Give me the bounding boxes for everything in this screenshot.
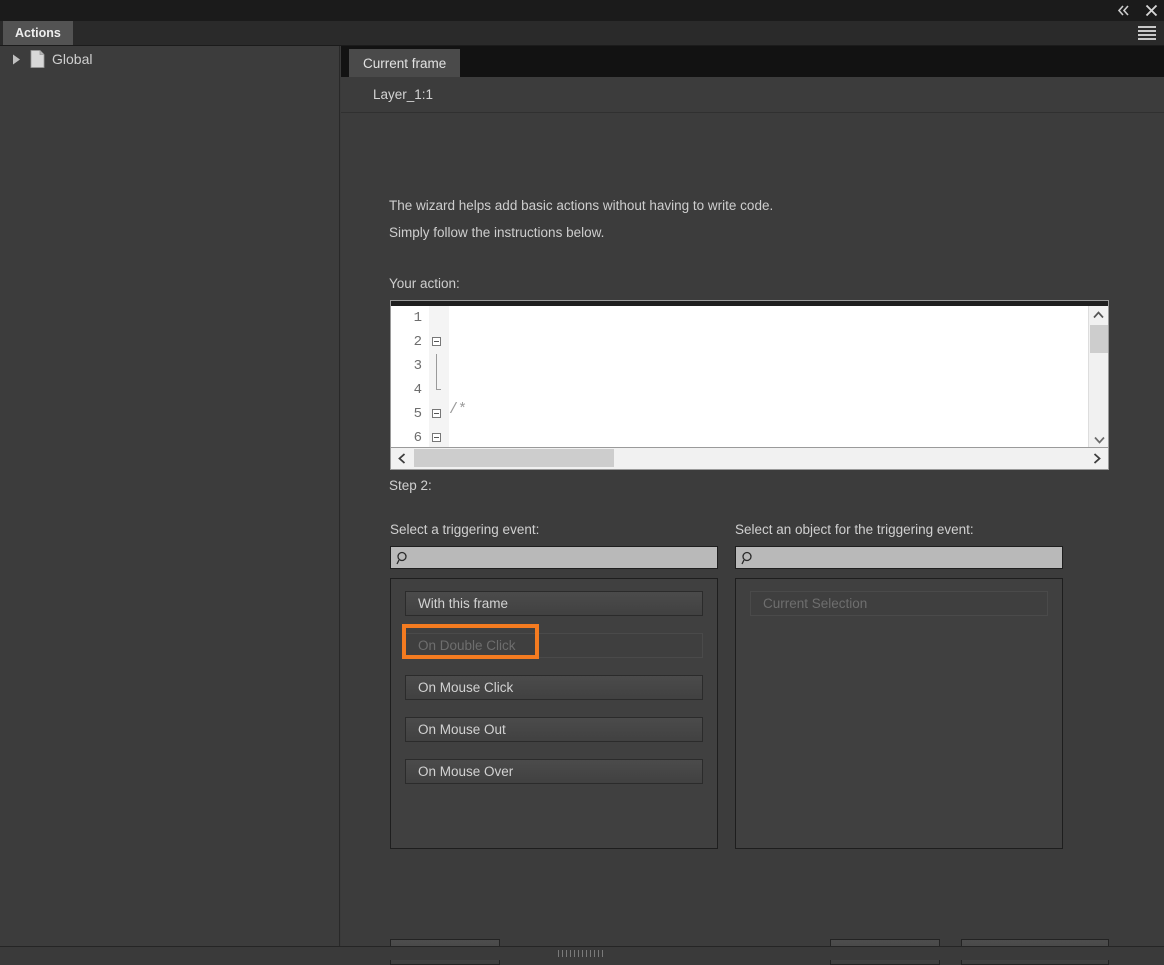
window-titlebar: [0, 0, 1164, 22]
object-column: Select an object for the triggering even…: [735, 522, 1063, 849]
event-option-label: On Mouse Over: [418, 764, 514, 779]
scrollbar-thumb-horizontal[interactable]: [414, 449, 614, 467]
chevron-right-icon[interactable]: [1086, 448, 1108, 468]
event-option-on-double-click[interactable]: On Double Click: [405, 633, 703, 658]
line-number: 5: [413, 406, 422, 422]
tab-current-frame[interactable]: Current frame: [349, 49, 461, 77]
chevron-down-icon[interactable]: [1089, 431, 1108, 447]
fold-row: [429, 378, 449, 402]
scrollbar-thumb-vertical[interactable]: [1090, 325, 1108, 353]
code-editor[interactable]: 1 2 3 4 5 6 /* Double click on the speci…: [390, 300, 1109, 448]
search-icon: [396, 551, 407, 564]
object-search-field[interactable]: [735, 546, 1063, 569]
wizard-intro: The wizard helps add basic actions witho…: [389, 192, 773, 246]
line-number: 2: [413, 334, 422, 350]
sidebar-item-label: Global: [52, 51, 93, 67]
object-list[interactable]: Current Selection: [735, 578, 1063, 849]
event-option-on-mouse-click[interactable]: On Mouse Click: [405, 675, 703, 700]
event-option-label: On Double Click: [418, 638, 516, 653]
fold-toggle[interactable]: [429, 330, 449, 354]
code-line: /*: [449, 398, 1108, 422]
tab-current-frame-label: Current frame: [363, 55, 447, 71]
code-vertical-scrollbar[interactable]: [1088, 306, 1108, 447]
object-option-label: Current Selection: [763, 596, 868, 611]
resize-grip[interactable]: [558, 950, 606, 957]
fold-toggle[interactable]: [429, 426, 449, 447]
event-search-field[interactable]: [390, 546, 718, 569]
close-icon[interactable]: [1142, 2, 1160, 20]
content-tabstrip: Current frame: [341, 46, 1164, 77]
event-column-label: Select a triggering event:: [390, 522, 540, 537]
layer-label: Layer_1:1: [373, 87, 434, 102]
event-option-on-mouse-over[interactable]: On Mouse Over: [405, 759, 703, 784]
search-icon: [741, 551, 752, 564]
event-option-with-this-frame[interactable]: With this frame: [405, 591, 703, 616]
event-option-on-mouse-out[interactable]: On Mouse Out: [405, 717, 703, 742]
code-horizontal-scrollbar[interactable]: [390, 448, 1109, 470]
fold-row: [429, 306, 449, 330]
window-bottom-bar: [0, 946, 1164, 960]
object-option-current-selection[interactable]: Current Selection: [750, 591, 1048, 616]
event-option-label: On Mouse Click: [418, 680, 514, 695]
object-search-input[interactable]: [755, 549, 1062, 566]
hamburger-menu-icon[interactable]: [1138, 26, 1156, 40]
wizard-panel: Current frame Layer_1:1 The wizard helps…: [341, 46, 1164, 965]
your-action-label: Your action:: [389, 276, 460, 291]
wizard-body: The wizard helps add basic actions witho…: [341, 114, 1164, 965]
code-token: /*: [449, 401, 468, 418]
layer-breadcrumb: Layer_1:1: [341, 77, 1164, 113]
line-number: 3: [413, 358, 422, 374]
window-controls: [1114, 0, 1160, 21]
object-column-label: Select an object for the triggering even…: [735, 522, 974, 537]
wizard-intro-line-1: The wizard helps add basic actions witho…: [389, 198, 774, 213]
panel-tab-actions[interactable]: Actions: [3, 21, 73, 45]
event-column: Select a triggering event: With this fra…: [390, 522, 718, 849]
panel-tabstrip: Actions: [0, 21, 1164, 46]
code-fold-gutter[interactable]: [429, 306, 449, 447]
double-chevron-left-icon[interactable]: [1114, 2, 1132, 20]
line-number: 6: [413, 430, 422, 446]
line-number: 1: [413, 310, 422, 326]
line-number: 4: [413, 382, 422, 398]
event-option-label: On Mouse Out: [418, 722, 506, 737]
script-tree-panel: Global: [0, 46, 340, 946]
triangle-right-icon[interactable]: [6, 54, 26, 65]
code-content[interactable]: /* Double click on the specified symbol …: [449, 306, 1108, 447]
sidebar-item-global[interactable]: Global: [0, 46, 339, 72]
fold-toggle[interactable]: [429, 402, 449, 426]
panel-tab-label: Actions: [15, 26, 61, 40]
chevron-left-icon[interactable]: [391, 448, 413, 468]
step-label: Step 2:: [389, 478, 432, 493]
document-icon: [26, 50, 48, 68]
wizard-intro-line-2: Simply follow the instructions below.: [389, 225, 605, 240]
event-option-label: With this frame: [418, 596, 509, 611]
fold-row: [429, 354, 449, 378]
event-list[interactable]: With this frame On Double Click On Mouse…: [390, 578, 718, 849]
code-line-numbers: 1 2 3 4 5 6: [391, 306, 429, 447]
event-search-input[interactable]: [410, 549, 717, 566]
chevron-up-icon[interactable]: [1089, 306, 1108, 324]
